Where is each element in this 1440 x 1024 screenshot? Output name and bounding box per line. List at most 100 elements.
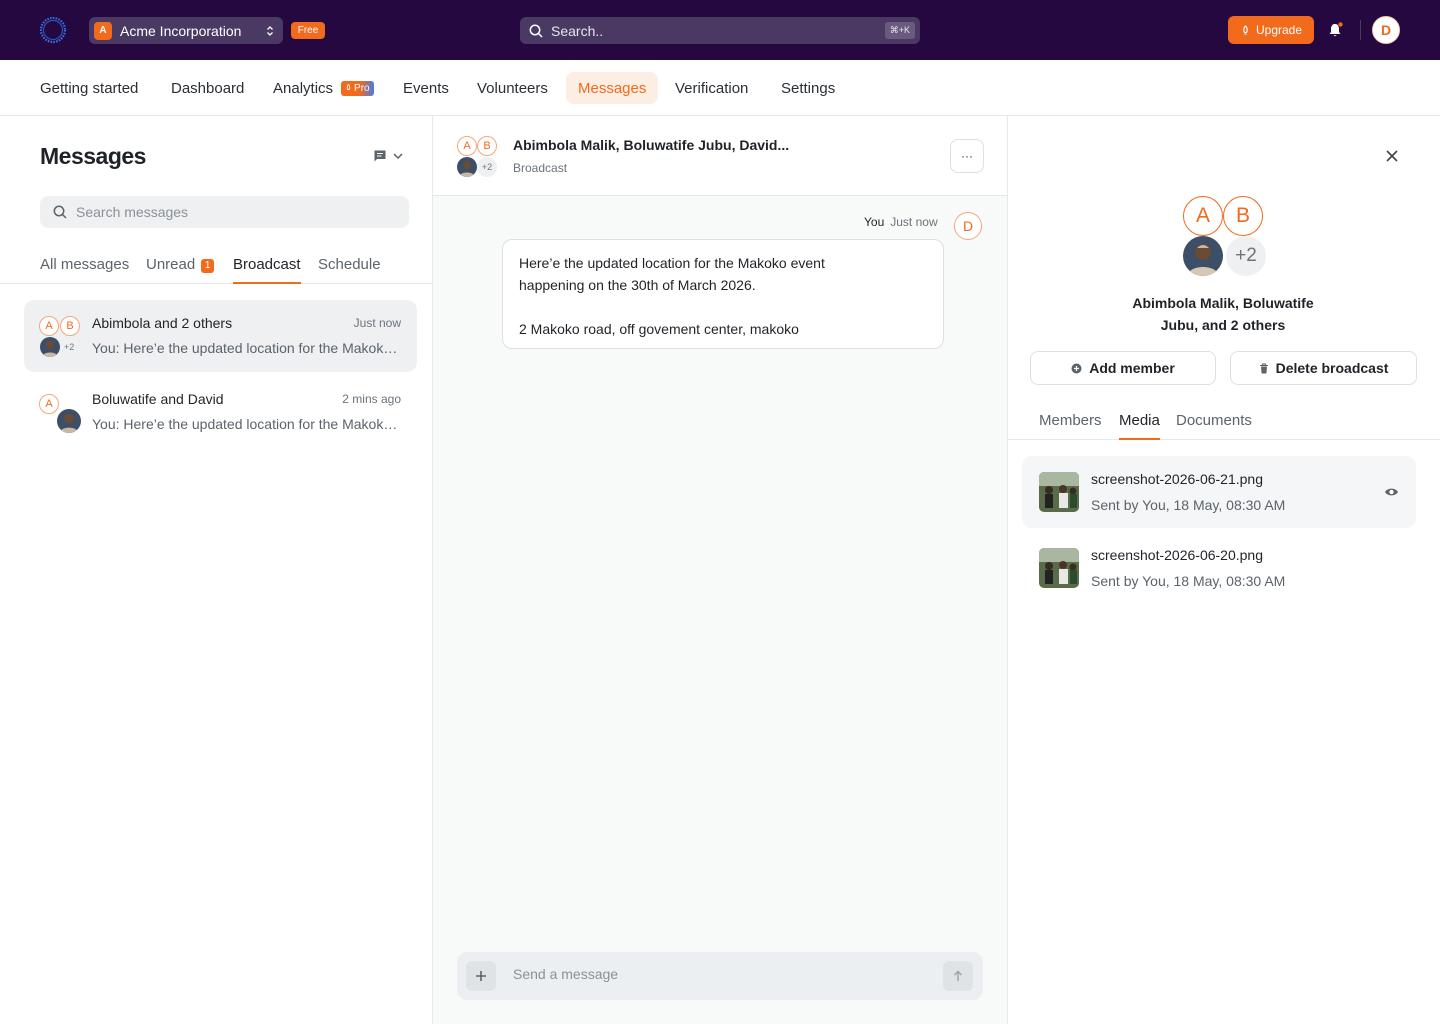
conversation-name: Boluwatife and David: [92, 391, 224, 407]
tab-documents[interactable]: Documents: [1176, 412, 1252, 440]
delete-broadcast-button[interactable]: Delete broadcast: [1230, 351, 1417, 385]
close-icon[interactable]: [1384, 148, 1400, 164]
nav-messages[interactable]: Messages: [566, 72, 659, 104]
delete-broadcast-label: Delete broadcast: [1275, 360, 1389, 376]
trash-icon: [1259, 362, 1268, 373]
message-search[interactable]: [40, 196, 409, 228]
message-input[interactable]: [513, 966, 933, 982]
message-line: Here’e the updated location for the Mako…: [519, 255, 825, 271]
conversation-preview: You: Here’e the updated location for the…: [92, 416, 403, 432]
message-bubble: Here’e the updated location for the Mako…: [502, 239, 944, 349]
send-button[interactable]: [943, 961, 973, 991]
details-panel: A B +2 Abimbola Malik, Boluwatife Jubu, …: [1008, 116, 1440, 1024]
org-name: Acme Incorporation: [120, 22, 242, 39]
page-title: Messages: [40, 143, 146, 169]
plus-icon: [476, 971, 486, 981]
nav-analytics[interactable]: Analytics Pro: [261, 72, 386, 104]
nav-volunteers[interactable]: Volunteers: [465, 72, 560, 104]
more-options-button[interactable]: ···: [950, 139, 984, 173]
tab-members[interactable]: Members: [1039, 412, 1102, 440]
unread-count-badge: 1: [201, 258, 215, 273]
upgrade-label: Upgrade: [1255, 23, 1303, 37]
conversation-time: Just now: [353, 316, 401, 330]
avatar: B: [1223, 196, 1263, 236]
tab-unread-label: Unread: [146, 256, 196, 273]
search-icon: [53, 205, 67, 219]
message-meta: You Just now: [864, 215, 938, 229]
eye-icon[interactable]: [1384, 485, 1399, 499]
avatar-photo: [40, 337, 60, 357]
sender-avatar: D: [954, 212, 982, 240]
nav-dashboard[interactable]: Dashboard: [159, 72, 256, 104]
tab-schedule[interactable]: Schedule: [318, 256, 381, 284]
image-thumbnail: [1039, 548, 1079, 588]
avatar: A: [39, 316, 59, 336]
chat-panel: A B +2 Abimbola Malik, Boluwatife Jubu, …: [433, 116, 1008, 1024]
upgrade-button[interactable]: Upgrade: [1228, 16, 1314, 44]
avatar-overflow-count: +2: [64, 342, 75, 352]
nav-verification[interactable]: Verification: [663, 72, 760, 104]
add-member-button[interactable]: Add member: [1030, 351, 1216, 385]
rocket-icon: [1243, 24, 1248, 35]
image-thumbnail: [1039, 472, 1079, 512]
attach-button[interactable]: [466, 961, 496, 991]
chat-header: A B +2 Abimbola Malik, Boluwatife Jubu, …: [433, 116, 1007, 196]
tab-unread[interactable]: Unread 1: [146, 256, 215, 284]
file-name: screenshot-2026-06-20.png: [1091, 547, 1264, 563]
pro-badge: Pro: [341, 80, 374, 96]
message-time: Just now: [890, 215, 938, 229]
tab-media[interactable]: Media: [1119, 412, 1160, 440]
avatar-overflow-count: +2: [1226, 236, 1266, 276]
avatar: A: [1183, 196, 1223, 236]
new-message-button[interactable]: [373, 149, 403, 163]
message-line: 2 Makoko road, off govement center, mako…: [519, 321, 799, 337]
avatar: A: [457, 136, 477, 156]
file-meta: Sent by You, 18 May, 08:30 AM: [1091, 573, 1286, 589]
message-search-input[interactable]: [76, 204, 409, 220]
group-name-line: Jubu, and 2 others: [1160, 317, 1286, 333]
main-nav: Getting started Dashboard Analytics Pro …: [0, 60, 1440, 116]
message-composer: [457, 952, 983, 1000]
plan-badge: Free: [291, 22, 325, 39]
avatar: B: [477, 136, 497, 156]
plus-circle-icon: [1071, 363, 1082, 373]
top-bar: A Acme Incorporation Free ⌘+K Upgrade D: [0, 0, 1440, 60]
org-switcher[interactable]: A Acme Incorporation: [89, 17, 283, 44]
tab-all-messages[interactable]: All messages: [40, 256, 129, 284]
arrow-up-icon: [954, 970, 962, 981]
user-avatar[interactable]: D: [1372, 16, 1400, 44]
media-file-item[interactable]: screenshot-2026-06-21.png Sent by You, 1…: [1022, 456, 1416, 528]
nav-events[interactable]: Events: [391, 72, 461, 104]
topbar-divider: [1360, 20, 1361, 40]
details-tabs: Members Media Documents: [1008, 400, 1440, 440]
file-name: screenshot-2026-06-21.png: [1091, 471, 1264, 487]
tab-broadcast[interactable]: Broadcast: [233, 256, 301, 284]
nav-getting-started[interactable]: Getting started: [28, 72, 150, 104]
avatar-photo: [457, 157, 477, 177]
search-icon: [529, 24, 543, 38]
app-logo-icon[interactable]: [39, 16, 67, 44]
message-sender: You: [864, 215, 885, 229]
conversation-item[interactable]: A B +2 Abimbola and 2 others Just now Yo…: [24, 300, 417, 372]
file-meta: Sent by You, 18 May, 08:30 AM: [1091, 497, 1286, 513]
pro-badge-label: Pro: [354, 82, 370, 94]
chat-subtitle: Broadcast: [513, 161, 568, 175]
messages-panel: Messages All messages Unread 1 Broadcast …: [0, 116, 433, 1024]
media-file-item[interactable]: screenshot-2026-06-20.png Sent by You, 1…: [1022, 532, 1416, 604]
conversation-item[interactable]: A Boluwatife and David 2 mins ago You: H…: [24, 376, 417, 448]
nav-settings[interactable]: Settings: [769, 72, 847, 104]
chat-icon: [374, 150, 386, 162]
avatar-photo: [1183, 236, 1223, 276]
bell-icon[interactable]: [1328, 22, 1343, 38]
group-name: Abimbola Malik, Boluwatife Jubu, and 2 o…: [1108, 292, 1338, 336]
add-member-label: Add member: [1089, 360, 1175, 376]
global-search-input[interactable]: [551, 22, 885, 39]
conversation-preview: You: Here’e the updated location for the…: [92, 340, 403, 356]
message-line: happening on the 30th of March 2026.: [519, 277, 756, 293]
avatar-overflow-count: +2: [477, 157, 497, 177]
group-name-line: Abimbola Malik, Boluwatife: [1132, 295, 1314, 311]
avatar-photo: [57, 409, 81, 433]
message-tabs: All messages Unread 1 Broadcast Schedule: [0, 246, 432, 284]
global-search[interactable]: ⌘+K: [520, 17, 920, 44]
conversation-name: Abimbola and 2 others: [92, 315, 233, 331]
